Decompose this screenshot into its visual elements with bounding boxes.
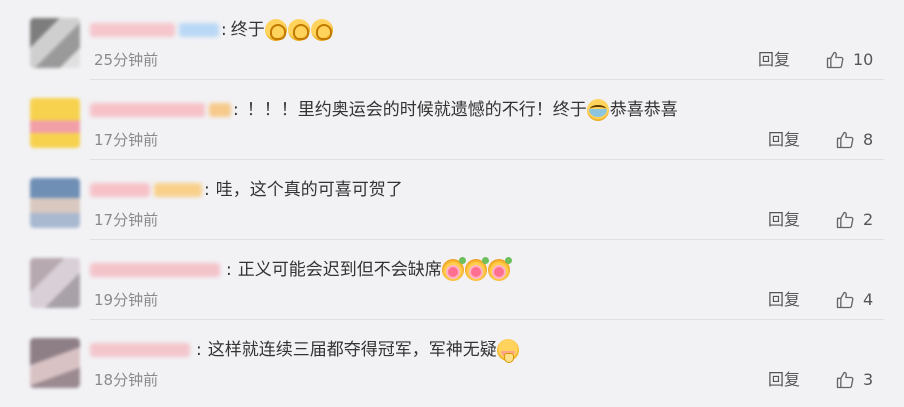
comment-feed: : 终于 25分钟前 回复 10 : ！！！里约奥运会的时候就遗憾的不行！终于 … [0,0,904,407]
thumbs-up-icon [836,211,854,229]
username-badge [209,103,231,117]
like-count: 8 [863,130,874,149]
clap-emoji [264,19,287,41]
flower-emoji [464,257,489,281]
like-button[interactable]: 10 [825,49,873,71]
timestamp: 19分钟前 [94,291,159,309]
username[interactable] [90,263,220,277]
avatar[interactable] [30,338,80,388]
cry-emoji [586,99,609,121]
comment-text: 正义可能会迟到但不会缺席 [237,260,442,280]
comment-body: : ！！！里约奥运会的时候就遗憾的不行！终于 恭喜恭喜 [90,98,678,122]
timestamp: 17分钟前 [94,211,159,229]
clap-emoji [310,19,333,41]
like-count: 10 [853,50,874,69]
comment-body: : 哇，这个真的可喜可贺了 [90,178,403,202]
comment-item: : 正义可能会迟到但不会缺席 19分钟前 回复 4 [0,240,904,320]
clap-emoji [287,19,310,41]
thumbs-up-icon [836,131,854,149]
colon-separator: : [196,340,202,360]
username[interactable] [90,183,150,197]
username[interactable] [90,103,205,117]
thumbs-up-icon [836,371,854,389]
avatar[interactable] [30,258,80,308]
comment-item: : 这样就连续三届都夺得冠军，军神无疑 18分钟前 回复 3 [0,320,904,400]
colon-separator: : [233,100,239,120]
reply-button[interactable]: 回复 [768,210,800,230]
like-button[interactable]: 4 [835,289,873,311]
comment-item: : 终于 25分钟前 回复 10 [0,0,904,80]
username[interactable] [90,23,175,37]
avatar[interactable] [30,98,80,148]
timestamp: 17分钟前 [94,131,159,149]
comment-item: : ！！！里约奥运会的时候就遗憾的不行！终于 恭喜恭喜 17分钟前 回复 8 [0,80,904,160]
comment-body: : 正义可能会迟到但不会缺席 [90,257,512,282]
thumbs-up-icon [836,291,854,309]
colon-separator: : [204,180,210,200]
comment-body: : 终于 [90,18,334,42]
colon-separator: : [221,20,227,40]
flower-emoji [441,257,466,281]
timestamp: 25分钟前 [94,51,159,69]
avatar[interactable] [30,18,80,68]
username-badge [179,23,219,37]
comment-text: 终于 [230,20,265,40]
reply-button[interactable]: 回复 [768,370,800,390]
comment-text: 哇，这个真的可喜可贺了 [215,180,403,200]
like-count: 3 [863,370,874,389]
reply-button[interactable]: 回复 [768,130,800,150]
reply-button[interactable]: 回复 [758,50,790,70]
comment-text-suffix: 恭喜恭喜 [609,100,678,120]
comment-body: : 这样就连续三届都夺得冠军，军神无疑 [90,338,520,363]
reply-button[interactable]: 回复 [768,290,800,310]
comment-text: 这样就连续三届都夺得冠军，军神无疑 [207,340,497,360]
comment-item: : 哇，这个真的可喜可贺了 17分钟前 回复 2 [0,160,904,240]
avatar[interactable] [30,178,80,228]
username[interactable] [90,343,190,357]
thumbs-up-icon [826,51,844,69]
blush-emoji [496,339,519,363]
comment-text: ！！！里约奥运会的时候就遗憾的不行！终于 [246,100,587,120]
like-button[interactable]: 3 [835,369,873,391]
like-button[interactable]: 2 [835,209,873,231]
colon-separator: : [226,260,232,280]
username-badge [154,183,202,197]
like-button[interactable]: 8 [835,129,873,151]
timestamp: 18分钟前 [94,371,159,389]
like-count: 4 [863,290,874,309]
flower-emoji [487,257,512,281]
like-count: 2 [863,210,874,229]
